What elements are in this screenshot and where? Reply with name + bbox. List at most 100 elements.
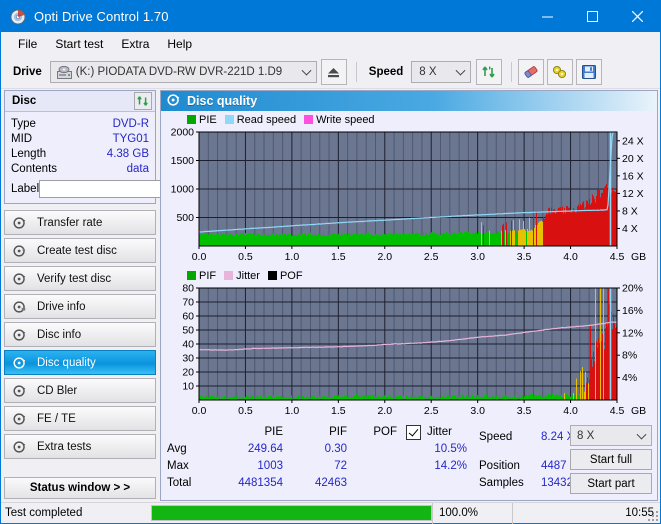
legend-item-jitter: Jitter	[224, 270, 260, 282]
svg-text:3.5: 3.5	[517, 251, 532, 263]
disc-row-key: Contents	[11, 162, 58, 175]
disc-label-row: Label	[11, 180, 243, 198]
chevron-down-icon	[301, 65, 312, 76]
disc-row-type: Type DVD-R	[11, 116, 149, 131]
svg-text:2.5: 2.5	[424, 251, 439, 263]
svg-text:80: 80	[182, 283, 194, 295]
menu-file[interactable]: File	[9, 34, 46, 54]
disc-row-value: data	[126, 162, 149, 175]
disc-row-mid: MID TYG01	[11, 131, 149, 146]
legend-swatch	[187, 271, 196, 280]
svg-text:8%: 8%	[622, 350, 637, 362]
svg-text:3.0: 3.0	[470, 405, 485, 417]
title-bar: Opti Drive Control 1.70	[1, 1, 660, 32]
menu-help[interactable]: Help	[158, 34, 201, 54]
progress-percent: 100.0%	[432, 502, 512, 524]
stats-header-jitter: Jitter	[427, 426, 452, 438]
svg-text:2.0: 2.0	[377, 251, 392, 263]
speed-select[interactable]: 8 X	[411, 61, 472, 83]
sidebar-nav: Transfer rate Create test disc Verify te…	[4, 210, 156, 459]
start-part-button[interactable]: Start part	[570, 473, 652, 494]
svg-text:20 X: 20 X	[622, 153, 644, 165]
svg-text:16%: 16%	[622, 305, 643, 317]
pif-chart: 10 20 30 40 50 60 70 80 4% 8% 12% 16% 20% 0.0 0.5 1.0 1.…	[161, 282, 657, 422]
disc-icon	[9, 244, 31, 258]
legend-label: PIF	[199, 269, 217, 282]
svg-text:GB: GB	[631, 251, 646, 263]
svg-text:2000: 2000	[171, 127, 195, 139]
test-speed-value: 8 X	[577, 429, 595, 442]
menu-start-test[interactable]: Start test	[46, 34, 112, 54]
start-full-button[interactable]: Start full	[570, 449, 652, 470]
svg-text:24 X: 24 X	[622, 135, 644, 147]
menu-extra[interactable]: Extra	[112, 34, 158, 54]
svg-text:10: 10	[182, 381, 194, 393]
svg-text:4%: 4%	[622, 372, 637, 384]
svg-text:0.5: 0.5	[238, 405, 253, 417]
sidebar-item-verify-test-disc[interactable]: Verify test disc	[4, 266, 156, 291]
svg-text:0.5: 0.5	[238, 251, 253, 263]
progress-bar	[151, 505, 432, 521]
speed-label: Speed	[368, 66, 404, 78]
sidebar-item-disc-quality[interactable]: Disc quality	[4, 350, 156, 375]
minimize-button[interactable]	[525, 1, 570, 32]
sidebar-item-fe-te[interactable]: FE / TE	[4, 406, 156, 431]
svg-text:1.5: 1.5	[331, 405, 346, 417]
window-title: Opti Drive Control 1.70	[34, 9, 169, 24]
svg-text:50: 50	[182, 325, 194, 337]
stats-header-pie: PIE	[264, 426, 283, 438]
stats-pie-total: 4481354	[238, 477, 283, 489]
stats-panel: PIE PIF POF Jitter Avg Max Total 249.64 …	[161, 420, 657, 500]
sidebar-item-disc-info[interactable]: Disc info	[4, 322, 156, 347]
sidebar-item-create-test-disc[interactable]: Create test disc	[4, 238, 156, 263]
svg-text:20: 20	[182, 367, 194, 379]
sidebar-item-label: FE / TE	[37, 412, 76, 425]
chevron-down-icon	[455, 65, 466, 76]
stats-pif-avg: 0.30	[324, 443, 347, 455]
tools-button[interactable]	[547, 59, 574, 85]
svg-text:12%: 12%	[622, 327, 643, 339]
jitter-checkbox[interactable]	[406, 425, 421, 440]
disc-icon	[9, 300, 31, 314]
close-button[interactable]	[615, 1, 660, 32]
refresh-button[interactable]	[476, 59, 503, 85]
resize-grip-icon[interactable]	[646, 509, 658, 521]
disc-row-value: DVD-R	[112, 117, 149, 130]
status-window-button[interactable]: Status window > >	[4, 477, 156, 499]
svg-text:1.0: 1.0	[285, 405, 300, 417]
maximize-button[interactable]	[570, 1, 615, 32]
eject-button[interactable]	[320, 59, 347, 85]
svg-text:500: 500	[176, 212, 194, 224]
content-panel: Disc quality PIE Read speed Write speed	[160, 90, 658, 501]
drive-select[interactable]: (K:) PIODATA DVD-RW DVR-221D 1.D9	[49, 61, 317, 83]
erase-button[interactable]	[518, 59, 545, 85]
svg-text:40: 40	[182, 339, 194, 351]
svg-text:1000: 1000	[171, 184, 195, 196]
sidebar-item-drive-info[interactable]: Drive info	[4, 294, 156, 319]
legend-item-write-speed: Write speed	[304, 114, 375, 126]
stats-header-pif: PIF	[329, 426, 347, 438]
disc-icon	[9, 440, 31, 454]
sidebar-item-label: Transfer rate	[37, 216, 103, 229]
svg-text:70: 70	[182, 297, 194, 309]
legend-label: POF	[279, 269, 303, 282]
sidebar-item-cd-bler[interactable]: CD Bler	[4, 378, 156, 403]
disc-row-value: TYG01	[112, 132, 149, 145]
sidebar-item-transfer-rate[interactable]: Transfer rate	[4, 210, 156, 235]
test-speed-select[interactable]: 8 X	[570, 425, 652, 446]
disc-panel-header: Disc	[5, 91, 155, 112]
disc-refresh-button[interactable]	[134, 92, 152, 110]
disc-row-key: Type	[11, 117, 36, 130]
sidebar-item-label: Extra tests	[37, 440, 92, 453]
status-message: Test completed	[5, 507, 83, 519]
sidebar-item-extra-tests[interactable]: Extra tests	[4, 434, 156, 459]
save-button[interactable]	[576, 59, 603, 85]
svg-text:4.5: 4.5	[610, 251, 625, 263]
legend-item-read-speed: Read speed	[224, 114, 296, 126]
svg-text:16 X: 16 X	[622, 170, 644, 182]
menu-bar: File Start test Extra Help	[1, 32, 660, 56]
svg-text:8 X: 8 X	[622, 205, 638, 217]
legend-swatch	[187, 115, 196, 124]
svg-text:4.0: 4.0	[563, 405, 578, 417]
legend-item-pif: PIF	[187, 270, 216, 282]
